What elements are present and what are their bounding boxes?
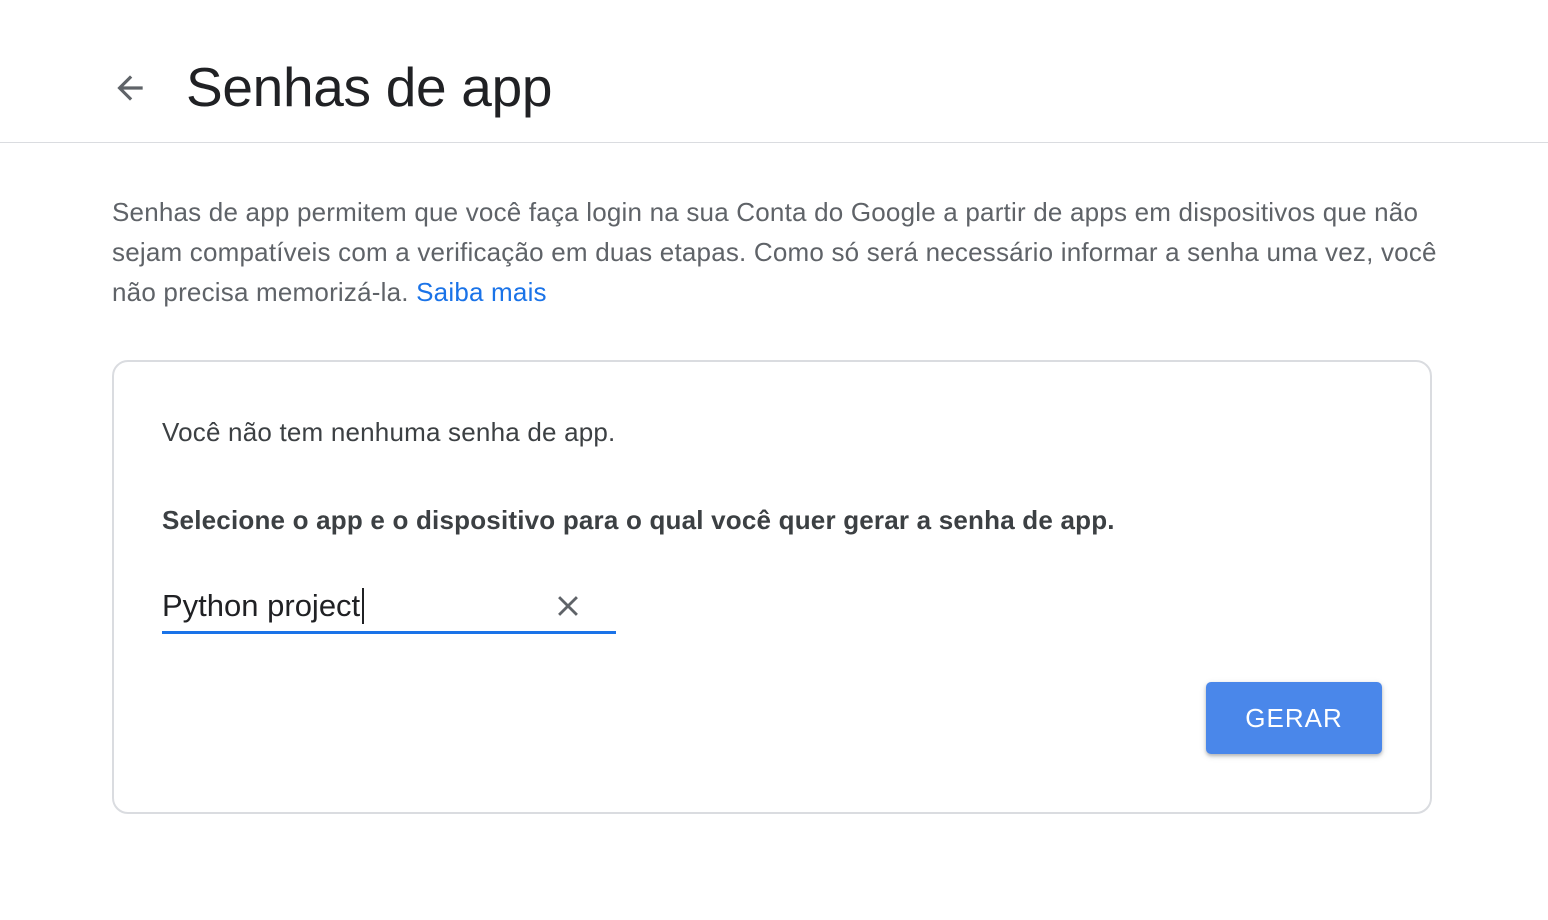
intro-description: Senhas de app permitem que você faça log… (112, 192, 1452, 312)
app-name-field[interactable] (162, 582, 616, 634)
select-app-instruction: Selecione o app e o dispositivo para o q… (162, 505, 1115, 535)
page-header: Senhas de app (0, 0, 1548, 143)
no-app-passwords-message: Você não tem nenhuma senha de app. (162, 417, 616, 447)
intro-text: Senhas de app permitem que você faça log… (112, 197, 1437, 307)
back-button[interactable] (104, 62, 156, 114)
app-name-input[interactable] (162, 582, 532, 630)
text-cursor (362, 588, 365, 624)
page-title: Senhas de app (186, 56, 553, 118)
app-passwords-card: Você não tem nenhuma senha de app. Selec… (112, 360, 1432, 814)
clear-input-button[interactable] (546, 584, 590, 628)
learn-more-link[interactable]: Saiba mais (416, 277, 547, 307)
arrow-back-icon (111, 69, 149, 107)
generate-button[interactable]: GERAR (1206, 682, 1382, 754)
close-icon (551, 589, 585, 623)
